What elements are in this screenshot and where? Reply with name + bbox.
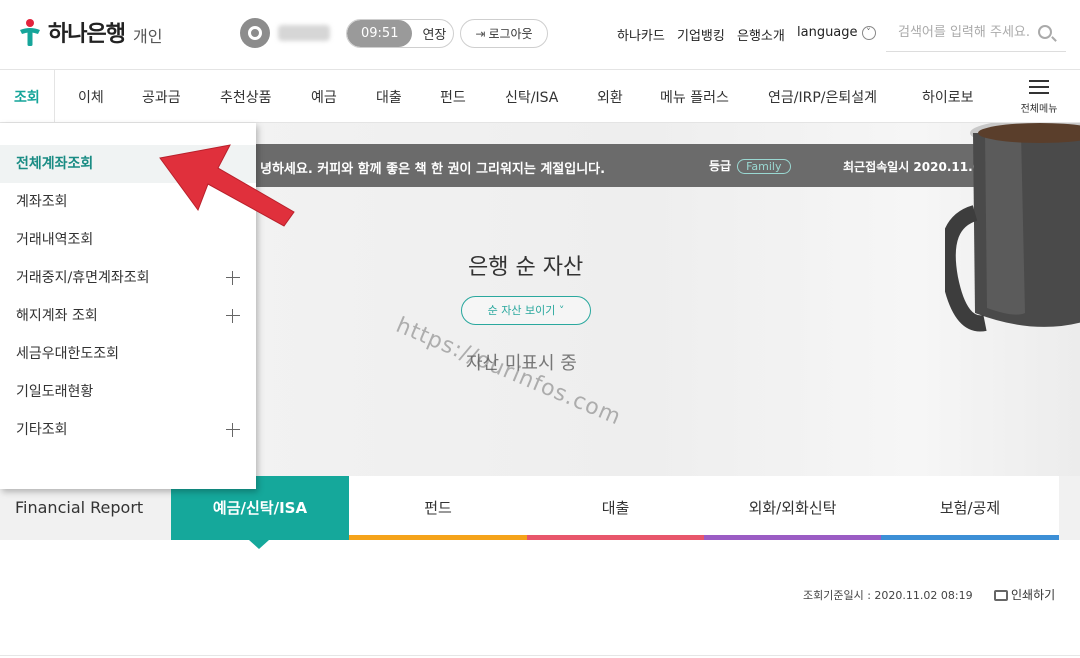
menu-label: 계좌조회	[16, 194, 68, 210]
grade-label: 등급	[709, 159, 732, 173]
menu-label: 거래내역조회	[16, 232, 94, 248]
menu-label: 기타조회	[16, 422, 68, 438]
session-timer: 09:51 연장	[346, 19, 454, 48]
hana-logo-icon	[20, 19, 40, 46]
tab-loan[interactable]: 대출	[527, 476, 704, 540]
link-bank-intro[interactable]: 은행소개	[737, 25, 785, 44]
menu-label: 세금우대한도조회	[16, 346, 120, 362]
coffee-mug-image	[945, 123, 1080, 332]
printer-icon	[994, 590, 1008, 601]
net-asset-title: 은행 순 자산	[468, 255, 584, 280]
logo-name: 하나은행	[48, 22, 126, 47]
nav-inquiry[interactable]: 조회	[0, 70, 55, 123]
logo-sub: 개인	[132, 27, 163, 46]
language-label: language	[797, 25, 858, 40]
menu-closed-accounts[interactable]: 해지계좌 조회	[0, 297, 256, 335]
nav-loan[interactable]: 대출	[376, 70, 402, 123]
greeting-message: 녕하세요. 커피와 함께 좋은 책 한 권이 그리워지는 계절입니다.	[260, 162, 606, 177]
nav-fund[interactable]: 펀드	[440, 70, 466, 123]
inquiry-basis-time: 조회기준일시 : 2020.11.02 08:19	[803, 589, 973, 602]
chevron-down-icon: ˅	[861, 25, 876, 40]
grade-badge: Family	[737, 159, 791, 174]
print-button[interactable]: 인쇄하기	[994, 586, 1055, 603]
menu-other-inquiry[interactable]: 기타조회	[0, 411, 256, 449]
plus-icon[interactable]	[226, 309, 240, 323]
top-header: 하나은행 개인 09:51 연장 ⇥ 로그아웃 하나카드 기업뱅킹 은행소개 l…	[0, 0, 1080, 70]
grade-info: 등급 Family	[709, 157, 791, 174]
search-box	[886, 14, 1066, 52]
menu-maturity-status[interactable]: 기일도래현황	[0, 373, 256, 411]
link-hana-card[interactable]: 하나카드	[617, 25, 665, 44]
red-arrow-icon	[159, 144, 295, 227]
user-avatar-icon	[240, 18, 270, 48]
divider	[0, 655, 1080, 656]
tab-fund[interactable]: 펀드	[349, 476, 527, 540]
nav-trust-isa[interactable]: 신탁/ISA	[505, 70, 558, 123]
link-corporate-banking[interactable]: 기업뱅킹	[677, 25, 725, 44]
nav-transfer[interactable]: 이체	[78, 70, 104, 123]
menu-label: 거래중지/휴면계좌조회	[16, 270, 150, 286]
nav-forex[interactable]: 외환	[597, 70, 623, 123]
logout-icon: ⇥	[475, 26, 486, 41]
nav-menu-plus[interactable]: 메뉴 플러스	[660, 70, 729, 123]
main-nav: 조회 이체 공과금 추천상품 예금 대출 펀드 신탁/ISA 외환 메뉴 플러스…	[0, 70, 1080, 123]
nav-hi-robo[interactable]: 하이로보	[922, 70, 974, 123]
search-icon[interactable]	[1038, 25, 1052, 39]
menu-dormant-accounts[interactable]: 거래중지/휴면계좌조회	[0, 259, 256, 297]
hamburger-icon	[1029, 80, 1049, 94]
nav-utility-bills[interactable]: 공과금	[142, 70, 181, 123]
menu-label: 기일도래현황	[16, 384, 94, 400]
nav-deposit[interactable]: 예금	[311, 70, 337, 123]
print-label: 인쇄하기	[1011, 588, 1056, 602]
menu-tax-benefit-limit[interactable]: 세금우대한도조회	[0, 335, 256, 373]
language-select[interactable]: language ˅	[797, 25, 876, 40]
plus-icon[interactable]	[226, 423, 240, 437]
asset-status: 자산 미표시 중	[466, 353, 577, 374]
plus-icon[interactable]	[226, 271, 240, 285]
all-menu-button[interactable]: 전체메뉴	[1014, 80, 1064, 115]
all-menu-label: 전체메뉴	[1020, 104, 1058, 115]
tab-foreign-currency[interactable]: 외화/외화신탁	[704, 476, 881, 540]
session-time: 09:51	[347, 20, 413, 47]
nav-pension[interactable]: 연금/IRP/은퇴설계	[768, 70, 877, 123]
menu-label: 전체계좌조회	[16, 156, 94, 172]
nav-recommended[interactable]: 추천상품	[220, 70, 272, 123]
tab-insurance[interactable]: 보험/공제	[881, 476, 1059, 540]
financial-report-title: Financial Report	[15, 498, 144, 517]
show-assets-button[interactable]: 순 자산 보이기 ˅	[461, 296, 591, 325]
logout-label: 로그아웃	[488, 27, 533, 41]
bank-logo[interactable]: 하나은행 개인	[14, 16, 162, 48]
active-tab-pointer	[249, 540, 269, 549]
logout-button[interactable]: ⇥ 로그아웃	[460, 19, 548, 48]
menu-label: 해지계좌 조회	[16, 308, 98, 324]
extend-session-button[interactable]: 연장	[412, 24, 446, 43]
user-name-blurred	[278, 25, 330, 41]
search-input[interactable]	[898, 25, 1048, 40]
